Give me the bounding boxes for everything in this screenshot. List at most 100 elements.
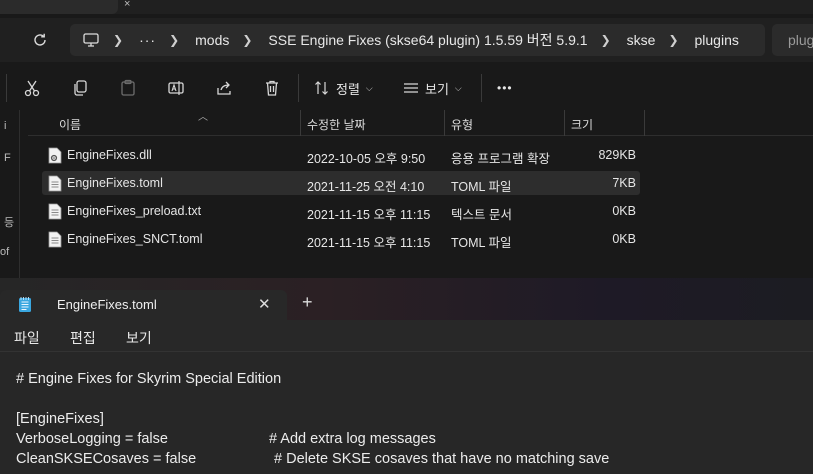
file-row[interactable]: EngineFixes.dll 2022-10-05 오후 9:50 응용 프로… (42, 143, 640, 167)
editor-line: VerboseLogging = false (16, 431, 168, 447)
editor-line-comment: # Add extra log messages (269, 431, 436, 447)
command-bar: 정렬 ⌵ 보기 ⌵ ••• (0, 66, 813, 110)
toolbar-divider (298, 74, 299, 102)
file-name: EngineFixes_SNCT.toml (67, 232, 203, 246)
delete-button[interactable] (262, 78, 282, 98)
column-size[interactable]: 크기 (571, 116, 593, 133)
navigation-pane: i F 등 of (0, 110, 20, 285)
column-divider[interactable] (644, 110, 645, 136)
new-tab-button[interactable]: + (302, 292, 313, 313)
breadcrumb-item[interactable]: mods (195, 32, 229, 48)
column-name[interactable]: 이름 (59, 116, 81, 133)
file-size: 829KB (598, 148, 636, 162)
text-editor[interactable]: # Engine Fixes for Skyrim Special Editio… (0, 353, 813, 474)
file-date: 2021-11-15 오후 11:15 (307, 208, 431, 222)
chevron-down-icon: ⌵ (454, 82, 462, 93)
close-tab-icon[interactable]: ✕ (258, 295, 271, 313)
menu-view[interactable]: 보기 (126, 328, 152, 348)
file-explorer-window: × ❯ ··· ❯ mods ❯ SSE Engine Fixes (skse6… (0, 0, 813, 285)
file-name: EngineFixes.toml (67, 176, 163, 190)
toolbar-divider (6, 74, 7, 102)
notepad-titlebar[interactable]: EngineFixes.toml ✕ + (0, 278, 813, 320)
address-bar-row: ❯ ··· ❯ mods ❯ SSE Engine Fixes (skse64 … (0, 18, 813, 62)
scissors-icon (24, 80, 40, 97)
file-type: TOML 파일 (451, 180, 512, 194)
file-name: EngineFixes_preload.txt (67, 204, 202, 218)
breadcrumb-item[interactable]: skse (627, 32, 656, 48)
notepad-menubar: 파일 편집 보기 (0, 320, 813, 352)
column-type[interactable]: 유형 (451, 116, 473, 133)
file-list-pane: i F 등 of ︿ 이름 수정한 날짜 유형 크기 EngineFixes.d… (0, 110, 813, 285)
nav-item[interactable]: i (4, 120, 6, 132)
file-size: 7KB (612, 176, 636, 190)
nav-item[interactable]: F (4, 152, 11, 164)
column-date[interactable]: 수정한 날짜 (307, 116, 366, 133)
breadcrumb-item[interactable]: SSE Engine Fixes (skse64 plugin) 1.5.59 … (268, 30, 587, 50)
file-date: 2021-11-15 오후 11:15 (307, 236, 431, 250)
chevron-right-icon[interactable]: ❯ (169, 33, 179, 47)
refresh-icon (34, 33, 46, 46)
view-label: 보기 (425, 81, 449, 97)
file-size: 0KB (612, 232, 636, 246)
editor-line-comment: # Delete SKSE cosaves that have no match… (274, 451, 610, 467)
paste-button[interactable] (118, 78, 138, 98)
file-row[interactable]: EngineFixes_preload.txt 2021-11-15 오후 11… (42, 199, 640, 223)
clipboard-icon (121, 79, 135, 96)
editor-line: CleanSKSECosaves = false (16, 451, 197, 467)
explorer-tab[interactable] (0, 0, 118, 14)
chevron-right-icon[interactable]: ❯ (668, 33, 678, 47)
file-row[interactable]: EngineFixes_SNCT.toml 2021-11-15 오후 11:1… (42, 227, 640, 251)
file-date: 2021-11-25 오전 4:10 (307, 180, 425, 194)
refresh-button[interactable] (28, 28, 52, 52)
notepad-icon (19, 297, 31, 312)
rename-button[interactable] (166, 78, 186, 98)
menu-edit[interactable]: 편집 (70, 328, 96, 348)
copy-button[interactable] (70, 78, 90, 98)
text-file-icon (48, 231, 62, 248)
column-divider[interactable] (300, 110, 301, 136)
text-file-icon (48, 203, 62, 220)
explorer-tab-close-icon[interactable]: × (124, 0, 130, 10)
column-header: ︿ 이름 수정한 날짜 유형 크기 (28, 110, 813, 136)
more-options-button[interactable]: ••• (497, 78, 513, 98)
file-row-selected[interactable]: EngineFixes.toml 2021-11-25 오전 4:10 TOML… (42, 171, 640, 195)
nav-item[interactable]: 등 (4, 214, 14, 230)
chevron-right-icon[interactable]: ❯ (601, 33, 611, 47)
list-view-icon (404, 83, 418, 93)
rename-icon (168, 81, 184, 95)
chevron-right-icon[interactable]: ❯ (242, 33, 252, 47)
notepad-tab-title: EngineFixes.toml (57, 297, 157, 312)
dll-file-icon (48, 147, 62, 164)
menu-file[interactable]: 파일 (14, 328, 40, 348)
this-pc-icon[interactable] (82, 32, 100, 48)
file-size: 0KB (612, 204, 636, 218)
file-date: 2022-10-05 오후 9:50 (307, 152, 426, 166)
sort-menu-button[interactable]: 정렬 ⌵ (314, 78, 373, 98)
address-box[interactable]: ❯ ··· ❯ mods ❯ SSE Engine Fixes (skse64 … (70, 24, 765, 56)
editor-line: [EngineFixes] (16, 411, 104, 427)
file-type: 응용 프로그램 확장 (451, 152, 550, 166)
breadcrumb-item[interactable]: plugins (695, 32, 739, 48)
cut-button[interactable] (22, 78, 42, 98)
column-divider[interactable] (444, 110, 445, 136)
notepad-tab[interactable]: EngineFixes.toml ✕ (0, 290, 287, 320)
text-file-icon (48, 175, 62, 192)
view-menu-button[interactable]: 보기 ⌵ (403, 78, 462, 98)
toolbar-divider (481, 74, 482, 102)
file-name: EngineFixes.dll (67, 148, 152, 162)
search-input[interactable]: plugi (772, 24, 813, 56)
sort-icon (315, 81, 328, 95)
column-divider[interactable] (564, 110, 565, 136)
share-button[interactable] (214, 78, 234, 98)
share-icon (217, 81, 231, 95)
chevron-right-icon[interactable]: ❯ (113, 33, 123, 47)
file-type: 텍스트 문서 (451, 208, 512, 222)
nav-item[interactable]: of (0, 246, 9, 258)
trash-icon (266, 80, 278, 96)
breadcrumb-overflow[interactable]: ··· (139, 32, 156, 48)
sort-label: 정렬 (336, 81, 360, 97)
editor-line: # Engine Fixes for Skyrim Special Editio… (16, 371, 282, 387)
file-type: TOML 파일 (451, 236, 512, 250)
copy-icon (74, 80, 87, 96)
notepad-window: EngineFixes.toml ✕ + 파일 편집 보기 # Engine F… (0, 278, 813, 474)
